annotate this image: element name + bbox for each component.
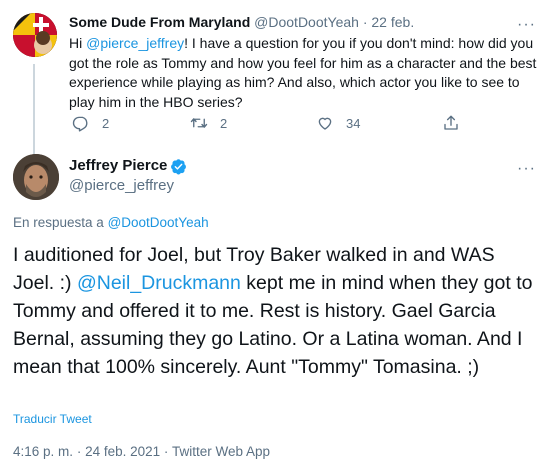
tweet-source[interactable]: Twitter Web App bbox=[172, 444, 270, 459]
retweet-icon bbox=[190, 118, 208, 128]
verified-badge-icon bbox=[171, 158, 187, 175]
reply-context: En respuesta a @DootDootYeah bbox=[13, 214, 209, 232]
tweet-date[interactable]: 22 feb. bbox=[371, 14, 414, 30]
author-display-name[interactable]: Jeffrey Pierce bbox=[69, 157, 167, 175]
parent-tweet-header: Some Dude From Maryland @DootDootYeah · … bbox=[69, 13, 414, 32]
tweet-time[interactable]: 4:16 p. m. bbox=[13, 444, 73, 459]
like-button[interactable]: 34 bbox=[316, 114, 360, 132]
mention-link[interactable]: @pierce_jeffrey bbox=[86, 35, 184, 51]
reply-to-link[interactable]: @DootDootYeah bbox=[108, 215, 209, 230]
author-handle[interactable]: @DootDootYeah bbox=[254, 14, 359, 30]
meta-separator: · bbox=[76, 444, 82, 459]
reply-label: En respuesta a bbox=[13, 215, 108, 230]
thread-connector bbox=[33, 64, 35, 154]
reply-icon bbox=[72, 116, 88, 132]
parent-tweet[interactable]: Some Dude From Maryland @DootDootYeah · … bbox=[0, 0, 550, 154]
meta-separator: · bbox=[163, 444, 169, 459]
tweet-actions: 2 2 34 bbox=[69, 114, 469, 134]
translate-tweet-link[interactable]: Traducir Tweet bbox=[13, 412, 92, 426]
tweet-date[interactable]: 24 feb. 2021 bbox=[85, 444, 160, 459]
retweet-count: 2 bbox=[220, 115, 228, 131]
share-icon bbox=[444, 115, 458, 130]
header-separator: · bbox=[362, 14, 368, 30]
share-button[interactable] bbox=[442, 114, 460, 132]
like-icon bbox=[318, 117, 332, 130]
retweet-button[interactable]: 2 bbox=[190, 114, 227, 132]
like-count: 34 bbox=[346, 115, 361, 131]
more-icon[interactable]: ··· bbox=[517, 161, 536, 177]
main-tweet-text: I auditioned for Joel, but Troy Baker wa… bbox=[13, 241, 541, 381]
parent-tweet-text: Hi @pierce_jeffrey! I have a question fo… bbox=[69, 34, 539, 112]
avatar[interactable] bbox=[13, 154, 59, 200]
avatar[interactable] bbox=[13, 13, 57, 57]
more-icon[interactable]: ··· bbox=[517, 17, 536, 33]
author-handle[interactable]: @pierce_jeffrey bbox=[69, 177, 174, 195]
mention-link[interactable]: @Neil_Druckmann bbox=[77, 272, 241, 294]
reply-button[interactable]: 2 bbox=[72, 114, 109, 132]
author-name[interactable]: Some Dude From Maryland bbox=[69, 14, 250, 30]
tweet-text-prefix: Hi bbox=[69, 35, 87, 51]
reply-count: 2 bbox=[102, 115, 110, 131]
author-name[interactable]: Jeffrey Pierce bbox=[69, 157, 187, 175]
tweet-metadata: 4:16 p. m. · 24 feb. 2021 · Twitter Web … bbox=[13, 443, 270, 461]
